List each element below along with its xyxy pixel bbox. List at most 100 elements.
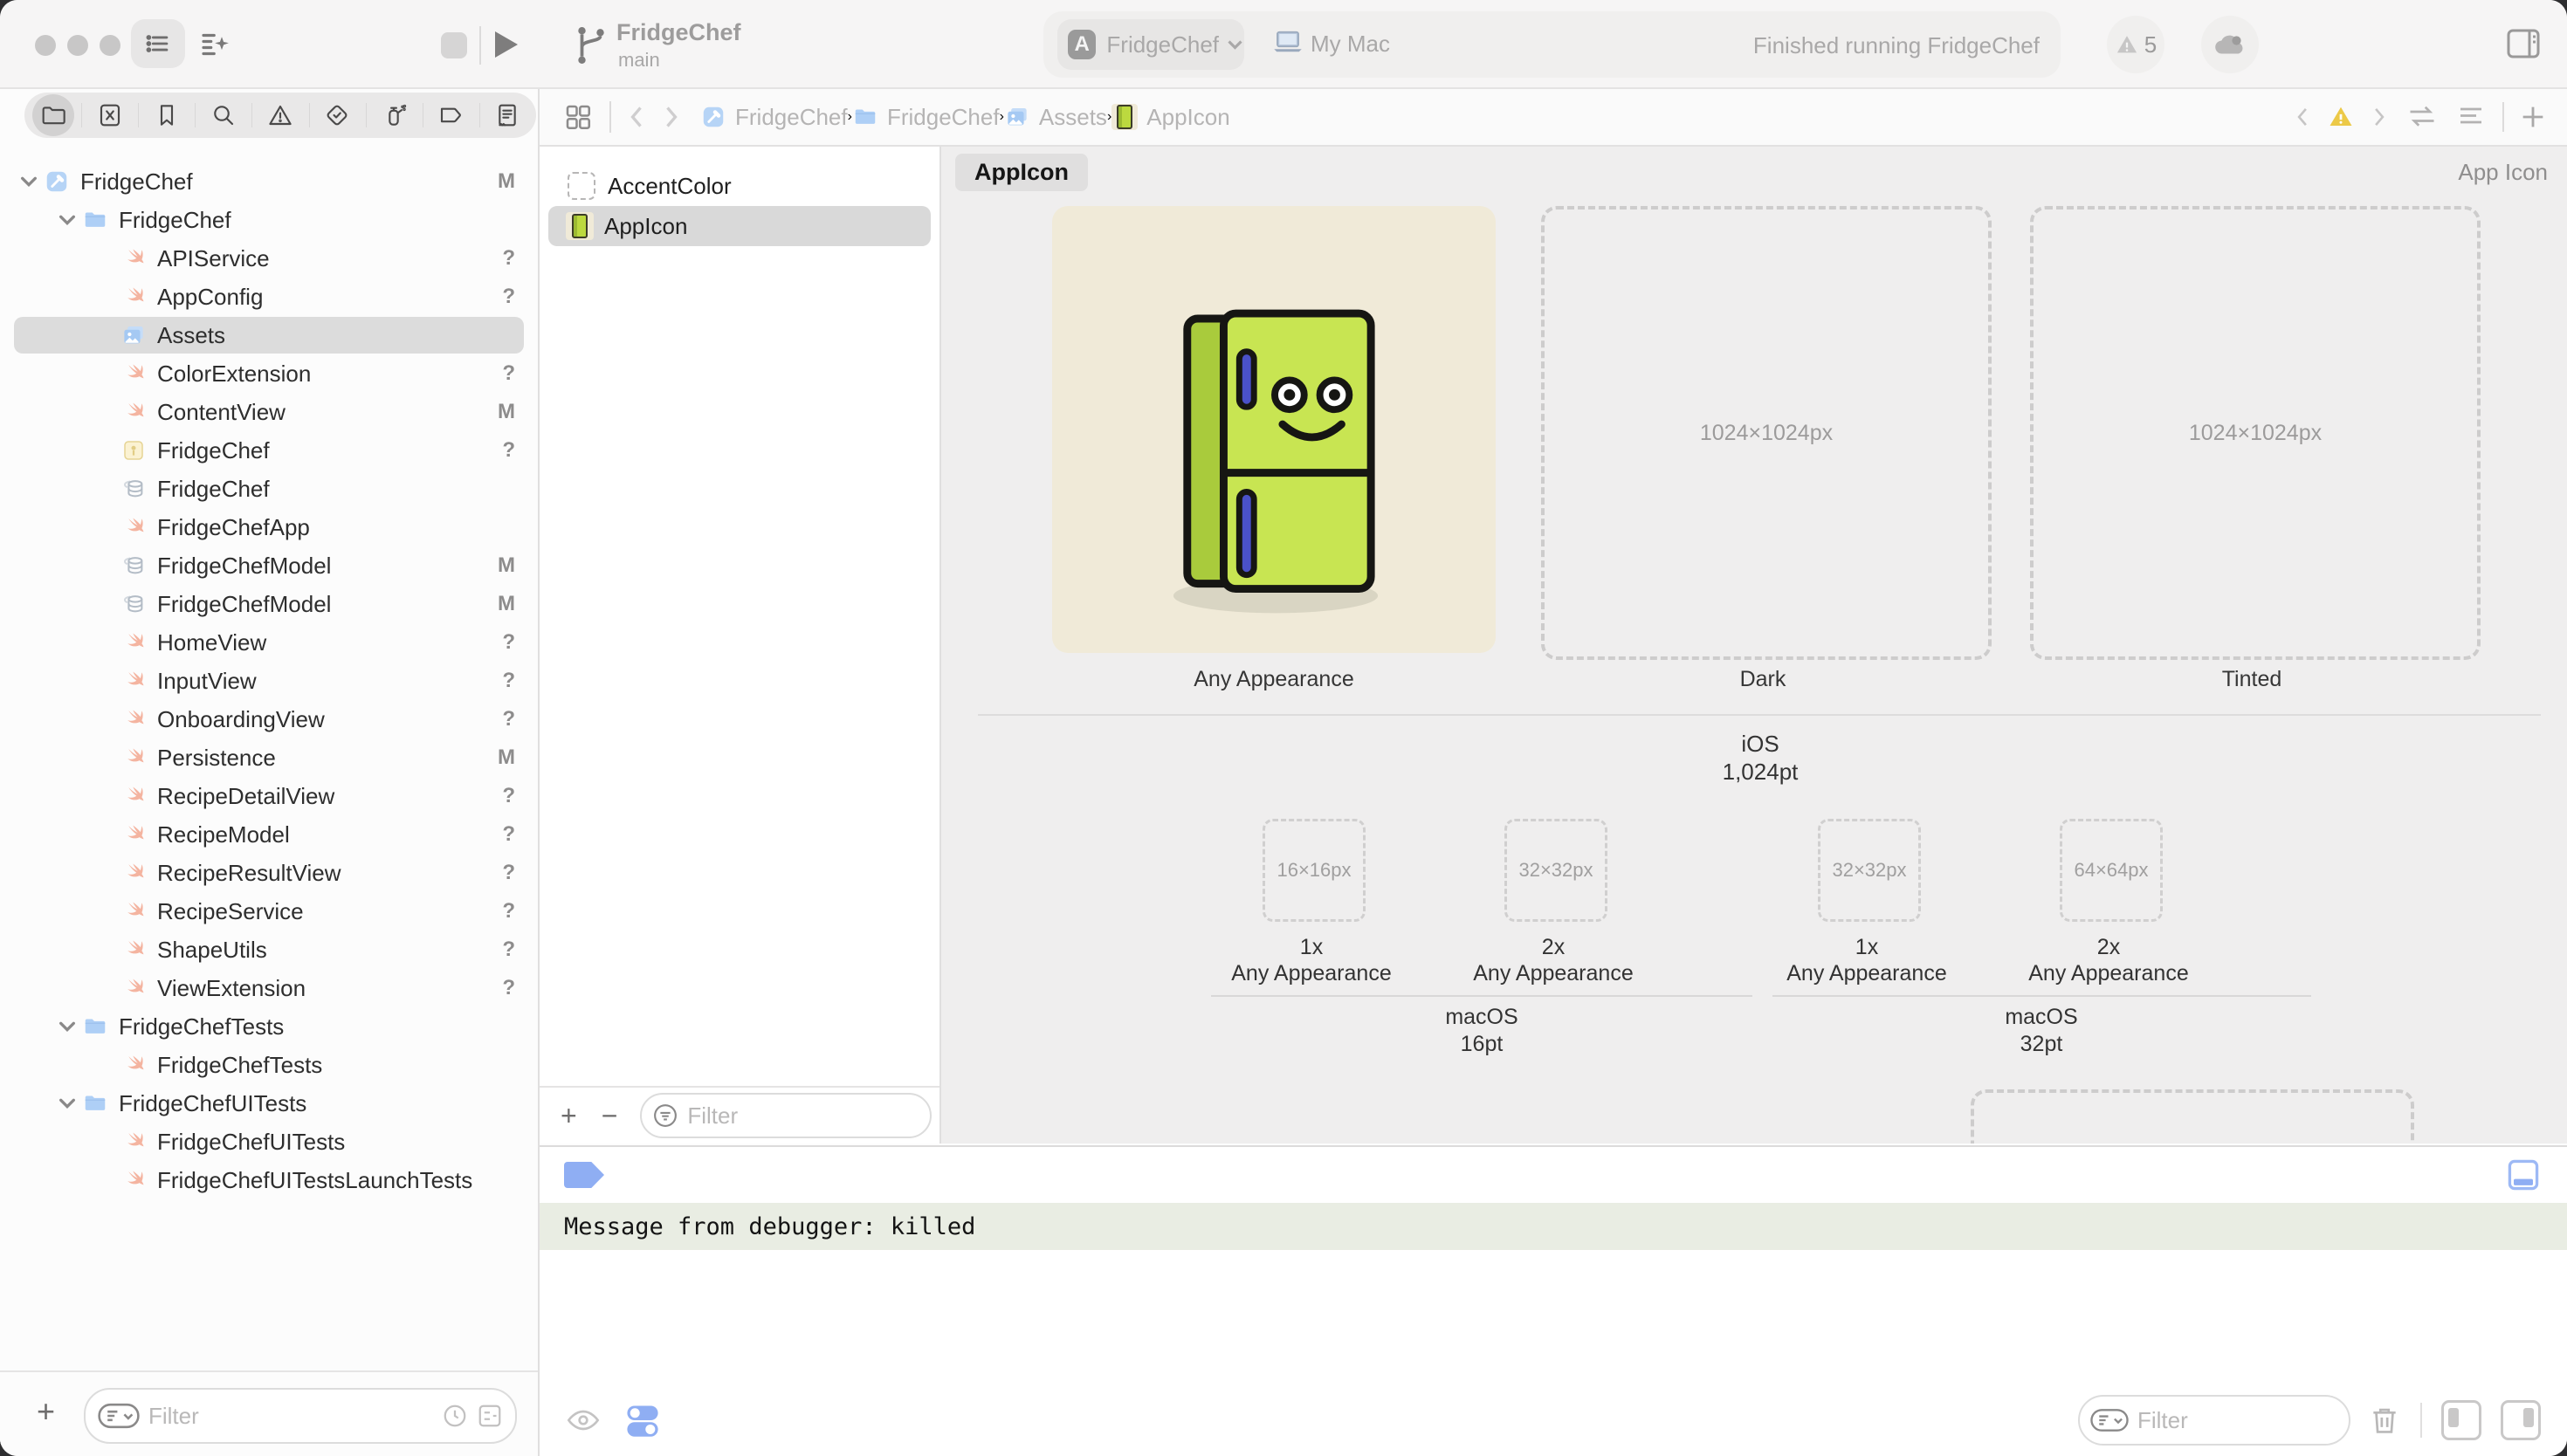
project-title[interactable]: FridgeChef xyxy=(616,19,741,46)
appicon-slot-tinted[interactable]: 1024×1024px xyxy=(2030,206,2481,660)
navigator-tab-project[interactable] xyxy=(24,93,81,138)
appicon-slot-any[interactable] xyxy=(1052,206,1496,653)
file-row-recipeservice[interactable]: RecipeService? xyxy=(0,892,538,931)
clear-console-trash-icon[interactable] xyxy=(2368,1403,2401,1438)
appicon-slot-partial[interactable] xyxy=(1971,1089,2414,1144)
code-review-lines-icon[interactable] xyxy=(2453,101,2488,133)
next-issue-icon[interactable] xyxy=(2368,106,2391,128)
asset-item-accentcolor[interactable]: AccentColor xyxy=(548,166,931,206)
file-row-appconfig[interactable]: AppConfig? xyxy=(0,278,538,316)
window-minimize-button[interactable] xyxy=(67,35,88,56)
file-row-fridgechefuitests[interactable]: FridgeChefUITests xyxy=(0,1123,538,1161)
asset-filter-field[interactable] xyxy=(640,1093,932,1138)
asset-item-appicon[interactable]: AppIcon xyxy=(548,206,931,246)
add-file-button[interactable]: + xyxy=(37,1393,55,1430)
related-items-grid-icon[interactable] xyxy=(562,101,594,133)
console-filter-field[interactable] xyxy=(2078,1395,2350,1446)
navigator-tab-debug[interactable] xyxy=(366,93,423,138)
file-row-homeview[interactable]: HomeView? xyxy=(0,623,538,662)
file-row-persistence[interactable]: PersistenceM xyxy=(0,738,538,777)
file-row-contentview[interactable]: ContentViewM xyxy=(0,393,538,431)
appicon-slot-32×32px-2x[interactable]: 32×32px xyxy=(1504,819,1607,922)
file-row-fridgechefmodel[interactable]: FridgeChefModelM xyxy=(0,546,538,585)
scheme-selector[interactable]: A FridgeChef xyxy=(1057,19,1244,70)
file-row-fridgecheftests[interactable]: FridgeChefTests xyxy=(0,1007,538,1046)
swift-file-icon xyxy=(119,284,148,310)
navigator-filter-field[interactable] xyxy=(84,1388,517,1444)
file-row-onboardingview[interactable]: OnboardingView? xyxy=(0,700,538,738)
previous-issue-icon[interactable] xyxy=(2291,106,2314,128)
add-asset-button[interactable]: + xyxy=(561,1100,577,1132)
file-row-recipedetailview[interactable]: RecipeDetailView? xyxy=(0,777,538,815)
file-row-fridgechef[interactable]: FridgeChefM xyxy=(0,162,538,201)
navigator-tab-issues[interactable] xyxy=(251,93,308,138)
forward-icon[interactable] xyxy=(658,104,685,130)
ai-assistant-button[interactable] xyxy=(197,26,234,63)
variables-pane-toggle[interactable] xyxy=(2441,1400,2481,1440)
eye-icon[interactable] xyxy=(566,1406,601,1434)
breakpoint-tag-icon[interactable] xyxy=(564,1162,604,1188)
file-row-fridgechefuitests[interactable]: FridgeChefUITests xyxy=(0,1084,538,1123)
cloud-status-button[interactable] xyxy=(2201,16,2259,73)
back-icon[interactable] xyxy=(623,104,650,130)
file-row-viewextension[interactable]: ViewExtension? xyxy=(0,969,538,1007)
run-button[interactable] xyxy=(495,31,518,58)
file-row-fridgechefapp[interactable]: FridgeChefApp xyxy=(0,508,538,546)
navigator-tab-tests[interactable] xyxy=(309,93,366,138)
file-row-assets[interactable]: Assets xyxy=(0,316,538,354)
file-row-fridgechefuitestslaunchtests[interactable]: FridgeChefUITestsLaunchTests xyxy=(0,1161,538,1199)
disclosure-chevron-icon[interactable] xyxy=(54,1017,80,1036)
file-row-inputview[interactable]: InputView? xyxy=(0,662,538,700)
file-row-apiservice[interactable]: APIService? xyxy=(0,239,538,278)
appicon-slot-dark[interactable]: 1024×1024px xyxy=(1541,206,1992,660)
file-row-fridgechef[interactable]: FridgeChef? xyxy=(0,431,538,470)
appearance: Any Appearance xyxy=(1753,960,1980,986)
add-editor-icon[interactable] xyxy=(2518,102,2548,132)
stop-button[interactable] xyxy=(441,32,467,58)
navigator-tab-bookmarks[interactable] xyxy=(138,93,195,138)
window-zoom-button[interactable] xyxy=(100,35,120,56)
asset-filter-input[interactable] xyxy=(685,1102,930,1130)
file-row-fridgechefmodel[interactable]: FridgeChefModelM xyxy=(0,585,538,623)
console-filter-input[interactable] xyxy=(2136,1406,2349,1435)
navigator-tab-breakpoints[interactable] xyxy=(423,93,479,138)
remove-asset-button[interactable]: − xyxy=(602,1100,618,1132)
console-toggle-button[interactable] xyxy=(2504,1156,2543,1198)
editor-section-title[interactable]: AppIcon xyxy=(955,154,1088,191)
navigator-tab-reports[interactable] xyxy=(479,93,536,138)
file-row-fridgecheftests[interactable]: FridgeChefTests xyxy=(0,1046,538,1084)
debug-console[interactable]: Message from debugger: killed xyxy=(540,1201,2567,1456)
disclosure-chevron-icon[interactable] xyxy=(54,1094,80,1113)
console-pane-toggle[interactable] xyxy=(2501,1400,2541,1440)
file-row-fridgechef[interactable]: FridgeChef xyxy=(0,470,538,508)
issues-indicator[interactable]: 5 xyxy=(2107,16,2164,73)
breadcrumb-item-fridgechef[interactable]: FridgeChef xyxy=(700,104,848,131)
appicon-slot-16×16px-1x[interactable]: 16×16px xyxy=(1263,819,1366,922)
file-row-shapeutils[interactable]: ShapeUtils? xyxy=(0,931,538,969)
disclosure-chevron-icon[interactable] xyxy=(54,210,80,230)
warning-issue-icon[interactable] xyxy=(2328,104,2354,130)
destination-selector[interactable] xyxy=(1272,29,1304,59)
file-row-colorextension[interactable]: ColorExtension? xyxy=(0,354,538,393)
recent-files-clock-icon[interactable] xyxy=(442,1403,468,1429)
sidebar-toggle-button[interactable] xyxy=(131,19,185,68)
appicon-slot-32×32px-1x[interactable]: 32×32px xyxy=(1818,819,1921,922)
breadcrumb-item-appicon[interactable]: AppIcon xyxy=(1111,104,1229,131)
scm-changes-filter-icon[interactable] xyxy=(477,1403,503,1429)
navigator-tab-find[interactable] xyxy=(195,93,251,138)
file-row-recipemodel[interactable]: RecipeModel? xyxy=(0,815,538,854)
app-scheme-icon: A xyxy=(1068,30,1096,59)
disclosure-chevron-icon[interactable] xyxy=(16,172,42,191)
appicon-slot-64×64px-2x[interactable]: 64×64px xyxy=(2060,819,2163,922)
file-row-fridgechef[interactable]: FridgeChef xyxy=(0,201,538,239)
compare-versions-icon[interactable] xyxy=(2405,101,2440,133)
breadcrumb-item-assets[interactable]: Assets xyxy=(1004,104,1107,131)
file-row-reciperesultview[interactable]: RecipeResultView? xyxy=(0,854,538,892)
window-close-button[interactable] xyxy=(35,35,56,56)
breadcrumb-item-fridgechef[interactable]: FridgeChef xyxy=(852,104,1000,131)
navigator-filter-input[interactable] xyxy=(147,1402,442,1431)
navigator-tab-source-control[interactable] xyxy=(81,93,138,138)
variables-view-toggle-icon[interactable] xyxy=(625,1401,660,1439)
inspector-toggle-button[interactable] xyxy=(2502,23,2544,65)
branch-name[interactable]: main xyxy=(618,49,660,72)
